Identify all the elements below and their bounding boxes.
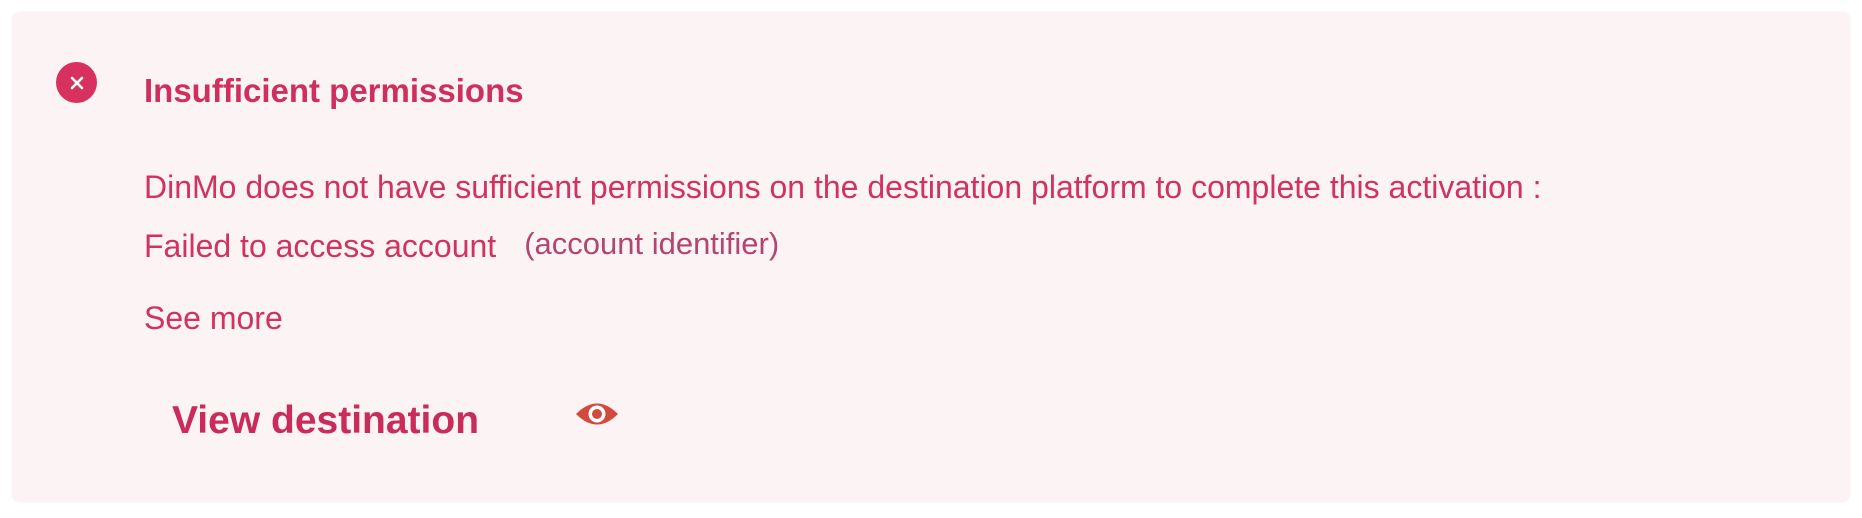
see-more-link[interactable]: See more (144, 300, 283, 337)
message-line-2: Failed to access account (account identif… (144, 217, 1541, 276)
failed-account-text: Failed to access account (144, 228, 497, 264)
account-identifier: (account identifier) (524, 226, 780, 261)
alert-message: DinMo does not have sufficient permissio… (144, 158, 1541, 276)
alert-title: Insufficient permissions (144, 72, 524, 109)
view-destination-button[interactable]: View destination (172, 399, 479, 443)
error-alert: Insufficient permissions DinMo does not … (12, 12, 1850, 502)
eye-icon[interactable] (574, 397, 620, 431)
message-line-1: DinMo does not have sufficient permissio… (144, 169, 1542, 205)
error-x-icon (56, 62, 97, 103)
